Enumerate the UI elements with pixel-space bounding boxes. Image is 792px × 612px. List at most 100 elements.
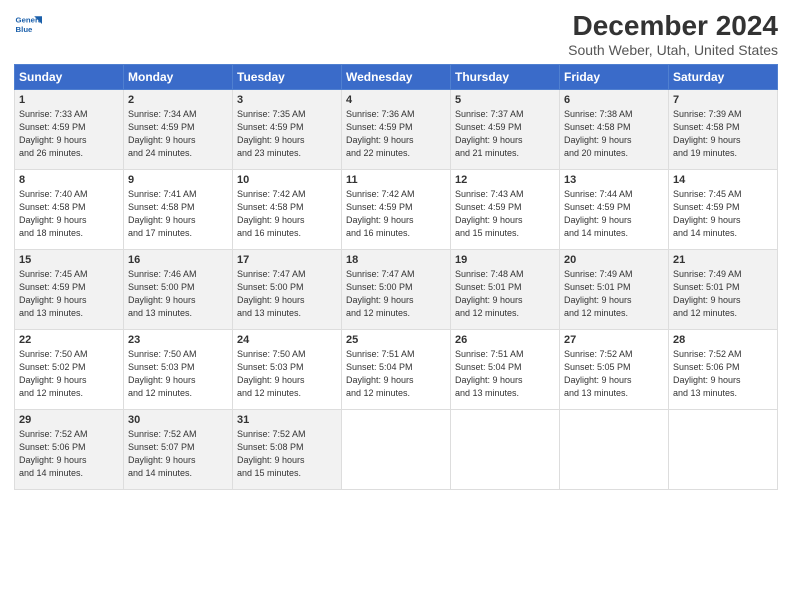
day-cell: 3 Sunrise: 7:35 AM Sunset: 4:59 PM Daylig…	[233, 90, 342, 170]
title-block: December 2024 South Weber, Utah, United …	[568, 10, 778, 58]
col-saturday: Saturday	[669, 65, 778, 90]
header-row: Sunday Monday Tuesday Wednesday Thursday…	[15, 65, 778, 90]
day-number: 3	[237, 94, 337, 106]
week-row-4: 22 Sunrise: 7:50 AM Sunset: 5:02 PM Dayli…	[15, 330, 778, 410]
day-info: Sunrise: 7:50 AM Sunset: 5:02 PM Dayligh…	[19, 348, 119, 400]
week-row-2: 8 Sunrise: 7:40 AM Sunset: 4:58 PM Daylig…	[15, 170, 778, 250]
day-info: Sunrise: 7:35 AM Sunset: 4:59 PM Dayligh…	[237, 108, 337, 160]
day-info: Sunrise: 7:41 AM Sunset: 4:58 PM Dayligh…	[128, 188, 228, 240]
day-cell: 29 Sunrise: 7:52 AM Sunset: 5:06 PM Dayli…	[15, 410, 124, 490]
day-cell: 25 Sunrise: 7:51 AM Sunset: 5:04 PM Dayli…	[342, 330, 451, 410]
day-cell: 19Sunrise: 7:48 AM Sunset: 5:01 PM Dayli…	[451, 250, 560, 330]
day-info: Sunrise: 7:40 AM Sunset: 4:58 PM Dayligh…	[19, 188, 119, 240]
day-number: 2	[128, 94, 228, 106]
day-cell: 12 Sunrise: 7:43 AM Sunset: 4:59 PM Dayli…	[451, 170, 560, 250]
logo-icon: General Blue	[14, 10, 42, 38]
day-info: Sunrise: 7:51 AM Sunset: 5:04 PM Dayligh…	[346, 348, 446, 400]
day-cell: 23 Sunrise: 7:50 AM Sunset: 5:03 PM Dayli…	[124, 330, 233, 410]
day-cell: 4Sunrise: 7:36 AM Sunset: 4:59 PM Daylig…	[342, 90, 451, 170]
day-cell: 22 Sunrise: 7:50 AM Sunset: 5:02 PM Dayli…	[15, 330, 124, 410]
day-cell: 2 Sunrise: 7:34 AM Sunset: 4:59 PM Daylig…	[124, 90, 233, 170]
day-info: Sunrise: 7:43 AM Sunset: 4:59 PM Dayligh…	[455, 188, 555, 240]
day-cell: 11Sunrise: 7:42 AM Sunset: 4:59 PM Dayli…	[342, 170, 451, 250]
day-info: Sunrise: 7:49 AM Sunset: 5:01 PM Dayligh…	[564, 268, 664, 320]
day-info: Sunrise: 7:50 AM Sunset: 5:03 PM Dayligh…	[237, 348, 337, 400]
col-friday: Friday	[560, 65, 669, 90]
day-number: 16	[128, 254, 228, 266]
day-number: 13	[564, 174, 664, 186]
calendar-body: 1Sunrise: 7:33 AM Sunset: 4:59 PM Daylig…	[15, 90, 778, 490]
day-info: Sunrise: 7:51 AM Sunset: 5:04 PM Dayligh…	[455, 348, 555, 400]
day-number: 22	[19, 334, 119, 346]
week-row-3: 15Sunrise: 7:45 AM Sunset: 4:59 PM Dayli…	[15, 250, 778, 330]
day-cell: 24 Sunrise: 7:50 AM Sunset: 5:03 PM Dayli…	[233, 330, 342, 410]
calendar-table: Sunday Monday Tuesday Wednesday Thursday…	[14, 64, 778, 490]
day-cell: 8 Sunrise: 7:40 AM Sunset: 4:58 PM Daylig…	[15, 170, 124, 250]
day-info: Sunrise: 7:42 AM Sunset: 4:59 PM Dayligh…	[346, 188, 446, 240]
day-cell	[669, 410, 778, 490]
day-info: Sunrise: 7:46 AM Sunset: 5:00 PM Dayligh…	[128, 268, 228, 320]
day-number: 19	[455, 254, 555, 266]
day-number: 14	[673, 174, 773, 186]
day-info: Sunrise: 7:52 AM Sunset: 5:06 PM Dayligh…	[19, 428, 119, 480]
day-cell: 30Sunrise: 7:52 AM Sunset: 5:07 PM Dayli…	[124, 410, 233, 490]
day-info: Sunrise: 7:52 AM Sunset: 5:05 PM Dayligh…	[564, 348, 664, 400]
day-info: Sunrise: 7:52 AM Sunset: 5:06 PM Dayligh…	[673, 348, 773, 400]
day-cell: 27Sunrise: 7:52 AM Sunset: 5:05 PM Dayli…	[560, 330, 669, 410]
day-info: Sunrise: 7:34 AM Sunset: 4:59 PM Dayligh…	[128, 108, 228, 160]
day-info: Sunrise: 7:52 AM Sunset: 5:08 PM Dayligh…	[237, 428, 337, 480]
day-number: 21	[673, 254, 773, 266]
day-number: 1	[19, 94, 119, 106]
day-number: 26	[455, 334, 555, 346]
day-number: 20	[564, 254, 664, 266]
day-cell: 14 Sunrise: 7:45 AM Sunset: 4:59 PM Dayli…	[669, 170, 778, 250]
day-cell: 26 Sunrise: 7:51 AM Sunset: 5:04 PM Dayli…	[451, 330, 560, 410]
day-number: 12	[455, 174, 555, 186]
calendar-header: Sunday Monday Tuesday Wednesday Thursday…	[15, 65, 778, 90]
day-number: 17	[237, 254, 337, 266]
day-number: 10	[237, 174, 337, 186]
day-number: 6	[564, 94, 664, 106]
day-info: Sunrise: 7:37 AM Sunset: 4:59 PM Dayligh…	[455, 108, 555, 160]
day-number: 15	[19, 254, 119, 266]
day-cell: 6Sunrise: 7:38 AM Sunset: 4:58 PM Daylig…	[560, 90, 669, 170]
day-cell	[451, 410, 560, 490]
week-row-5: 29 Sunrise: 7:52 AM Sunset: 5:06 PM Dayli…	[15, 410, 778, 490]
day-cell: 9 Sunrise: 7:41 AM Sunset: 4:58 PM Daylig…	[124, 170, 233, 250]
day-number: 30	[128, 414, 228, 426]
day-number: 24	[237, 334, 337, 346]
day-info: Sunrise: 7:47 AM Sunset: 5:00 PM Dayligh…	[346, 268, 446, 320]
day-cell	[560, 410, 669, 490]
day-number: 25	[346, 334, 446, 346]
col-sunday: Sunday	[15, 65, 124, 90]
header: General Blue December 2024 South Weber, …	[14, 10, 778, 58]
day-cell: 21 Sunrise: 7:49 AM Sunset: 5:01 PM Dayli…	[669, 250, 778, 330]
day-cell: 10Sunrise: 7:42 AM Sunset: 4:58 PM Dayli…	[233, 170, 342, 250]
day-cell: 31 Sunrise: 7:52 AM Sunset: 5:08 PM Dayli…	[233, 410, 342, 490]
day-info: Sunrise: 7:39 AM Sunset: 4:58 PM Dayligh…	[673, 108, 773, 160]
main-title: December 2024	[568, 10, 778, 42]
day-cell: 18Sunrise: 7:47 AM Sunset: 5:00 PM Dayli…	[342, 250, 451, 330]
page: General Blue December 2024 South Weber, …	[0, 0, 792, 612]
day-cell: 15Sunrise: 7:45 AM Sunset: 4:59 PM Dayli…	[15, 250, 124, 330]
svg-text:Blue: Blue	[16, 25, 34, 34]
day-number: 4	[346, 94, 446, 106]
day-info: Sunrise: 7:45 AM Sunset: 4:59 PM Dayligh…	[673, 188, 773, 240]
day-number: 23	[128, 334, 228, 346]
day-info: Sunrise: 7:44 AM Sunset: 4:59 PM Dayligh…	[564, 188, 664, 240]
day-info: Sunrise: 7:49 AM Sunset: 5:01 PM Dayligh…	[673, 268, 773, 320]
day-info: Sunrise: 7:50 AM Sunset: 5:03 PM Dayligh…	[128, 348, 228, 400]
subtitle: South Weber, Utah, United States	[568, 42, 778, 58]
col-wednesday: Wednesday	[342, 65, 451, 90]
day-number: 9	[128, 174, 228, 186]
day-cell: 17Sunrise: 7:47 AM Sunset: 5:00 PM Dayli…	[233, 250, 342, 330]
day-cell: 16 Sunrise: 7:46 AM Sunset: 5:00 PM Dayli…	[124, 250, 233, 330]
day-number: 29	[19, 414, 119, 426]
day-number: 5	[455, 94, 555, 106]
day-number: 8	[19, 174, 119, 186]
col-tuesday: Tuesday	[233, 65, 342, 90]
day-number: 7	[673, 94, 773, 106]
day-cell: 20 Sunrise: 7:49 AM Sunset: 5:01 PM Dayli…	[560, 250, 669, 330]
col-thursday: Thursday	[451, 65, 560, 90]
day-number: 31	[237, 414, 337, 426]
